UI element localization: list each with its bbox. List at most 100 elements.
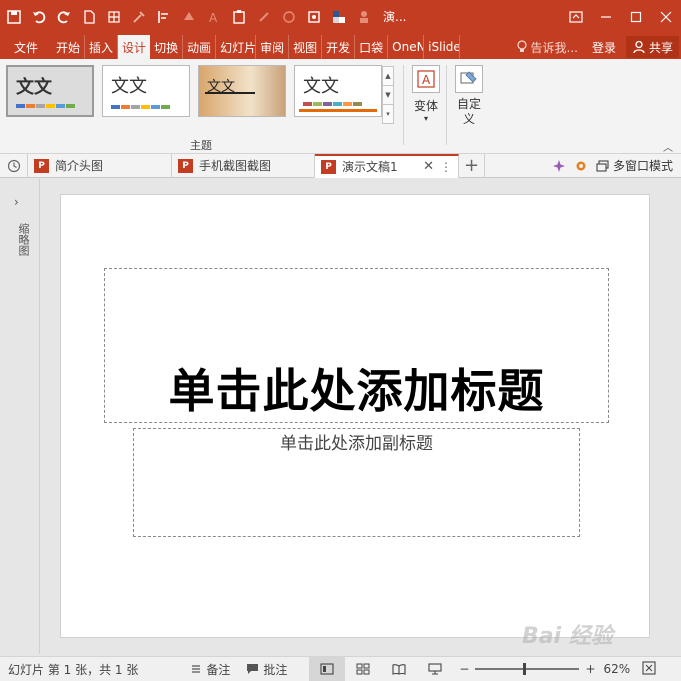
tab-home[interactable]: 开始 bbox=[52, 35, 86, 59]
recent-icon[interactable] bbox=[0, 153, 28, 178]
theme-office[interactable]: 文文 bbox=[6, 65, 94, 117]
variants-dropdown-icon: ▾ bbox=[423, 114, 428, 123]
theme-gallery: 文文 文文 文文 文文 bbox=[6, 65, 390, 117]
share-button[interactable]: 共享 bbox=[625, 36, 679, 58]
customize-label: 自定义 bbox=[456, 97, 481, 126]
themes-group-label: 主题 bbox=[190, 139, 212, 152]
variants-label: 变体 bbox=[413, 99, 438, 113]
zoom-slider[interactable] bbox=[475, 663, 580, 675]
tab-animations[interactable]: 动画 bbox=[183, 35, 217, 59]
paint-icon[interactable] bbox=[178, 6, 200, 28]
view-switcher bbox=[309, 656, 453, 681]
doc-tab-label: 手机截图截图 bbox=[199, 159, 272, 173]
save-icon[interactable] bbox=[3, 6, 25, 28]
undo-icon[interactable] bbox=[28, 6, 50, 28]
slide-canvas[interactable]: 单击此处添加标题 单击此处添加副标题 bbox=[60, 194, 650, 638]
doc-tab-2[interactable]: P 手机截图截图 bbox=[172, 153, 315, 178]
person-icon[interactable] bbox=[353, 6, 375, 28]
maximize-icon[interactable] bbox=[621, 0, 651, 33]
svg-text:A: A bbox=[209, 11, 218, 25]
comments-label: 批注 bbox=[263, 662, 288, 677]
new-doc-icon[interactable] bbox=[78, 6, 100, 28]
fill-icon[interactable] bbox=[328, 6, 350, 28]
thumbnail-pane-label[interactable]: 缩略图 bbox=[15, 223, 31, 256]
zoom-percent[interactable]: 62% bbox=[604, 662, 631, 676]
screen-icon[interactable] bbox=[303, 6, 325, 28]
tab-file[interactable]: 文件 bbox=[0, 35, 52, 59]
subtitle-placeholder-text: 单击此处添加副标题 bbox=[280, 434, 433, 454]
tab-review[interactable]: 审阅 bbox=[256, 35, 290, 59]
shape-icon[interactable] bbox=[278, 6, 300, 28]
paste-icon[interactable] bbox=[228, 6, 250, 28]
gallery-more-icon[interactable]: ▾ bbox=[383, 105, 393, 123]
notes-label: 备注 bbox=[206, 662, 231, 677]
group-separator bbox=[403, 65, 404, 145]
normal-view-icon[interactable] bbox=[309, 656, 346, 681]
zoom-in-button[interactable]: + bbox=[585, 662, 595, 676]
theme-sample-text: 文文 bbox=[303, 76, 339, 97]
comments-button[interactable]: 批注 bbox=[246, 661, 287, 678]
zoom-slider-thumb[interactable] bbox=[523, 663, 527, 675]
theme-underline bbox=[205, 92, 255, 94]
tab-view[interactable]: 视图 bbox=[289, 35, 323, 59]
theme-sample-text: 文文 bbox=[16, 77, 52, 98]
minimize-icon[interactable] bbox=[591, 0, 621, 33]
window-title: 演... bbox=[383, 10, 407, 24]
slide-sorter-icon[interactable] bbox=[345, 657, 381, 681]
tab-menu-icon[interactable]: ⋮ bbox=[440, 160, 452, 174]
ribbon-display-icon[interactable] bbox=[561, 0, 591, 33]
title-placeholder[interactable]: 单击此处添加标题 bbox=[104, 268, 609, 423]
collapse-ribbon-icon[interactable]: ︿ bbox=[663, 139, 673, 154]
theme-office-2[interactable]: 文文 bbox=[102, 65, 190, 117]
magic-icon[interactable] bbox=[548, 159, 570, 173]
new-tab-icon[interactable]: + bbox=[459, 153, 485, 178]
ppt-file-icon: P bbox=[34, 158, 49, 173]
window-icon bbox=[596, 159, 609, 172]
group-separator bbox=[446, 65, 447, 145]
grid-icon[interactable] bbox=[103, 6, 125, 28]
tab-pocket[interactable]: 口袋 bbox=[355, 35, 389, 59]
reading-view-icon[interactable] bbox=[381, 657, 417, 681]
notes-button[interactable]: 备注 bbox=[190, 661, 230, 678]
customize-button[interactable]: 自定义 bbox=[451, 65, 487, 127]
theme-wood[interactable]: 文文 bbox=[198, 65, 286, 117]
title-bar: A 演... bbox=[0, 0, 681, 33]
theme-orange[interactable]: 文文 bbox=[294, 65, 382, 117]
redo-icon[interactable] bbox=[53, 6, 75, 28]
tell-me-box[interactable]: 告诉我... bbox=[516, 39, 578, 56]
watermark: Bai 经验 bbox=[522, 624, 613, 649]
eyedropper-icon[interactable] bbox=[128, 6, 150, 28]
doc-tab-1[interactable]: P 简介头图 bbox=[28, 153, 172, 178]
login-button[interactable]: 登录 bbox=[592, 39, 616, 56]
title-placeholder-text: 单击此处添加标题 bbox=[168, 364, 545, 418]
fit-slide-icon[interactable] bbox=[642, 660, 656, 678]
gear-icon[interactable] bbox=[570, 159, 592, 173]
brush-icon[interactable] bbox=[253, 6, 275, 28]
close-icon[interactable] bbox=[651, 0, 681, 33]
slideshow-icon[interactable] bbox=[417, 657, 453, 681]
tab-developer[interactable]: 开发 bbox=[322, 35, 356, 59]
gallery-down-icon[interactable]: ▼ bbox=[383, 86, 393, 105]
variants-button[interactable]: A 变体 ▾ bbox=[408, 65, 444, 123]
align-icon[interactable] bbox=[153, 6, 175, 28]
chevron-right-icon[interactable]: › bbox=[14, 195, 19, 209]
subtitle-placeholder[interactable]: 单击此处添加副标题 bbox=[133, 428, 580, 537]
close-tab-icon[interactable]: ✕ bbox=[423, 159, 434, 174]
tab-onenote[interactable]: OneNote bbox=[388, 35, 425, 59]
font-icon[interactable]: A bbox=[203, 6, 225, 28]
gallery-scroll: ▲ ▼ ▾ bbox=[382, 66, 394, 124]
ribbon-tabs: 文件 开始 插入 设计 切换 动画 幻灯片 审阅 视图 开发 口袋 OneNot… bbox=[0, 33, 681, 59]
tab-design[interactable]: 设计 bbox=[118, 35, 151, 59]
gallery-up-icon[interactable]: ▲ bbox=[383, 67, 393, 86]
multi-window-button[interactable]: 多窗口模式 bbox=[596, 157, 673, 174]
tab-insert[interactable]: 插入 bbox=[85, 35, 119, 59]
tab-slideshow[interactable]: 幻灯片 bbox=[216, 35, 257, 59]
tell-me-label: 告诉我... bbox=[530, 40, 578, 55]
quick-access-toolbar: A bbox=[0, 0, 375, 33]
tab-islide[interactable]: iSlide bbox=[424, 35, 461, 59]
tab-transitions[interactable]: 切换 bbox=[150, 35, 184, 59]
theme-underline bbox=[299, 109, 377, 112]
zoom-out-button[interactable]: − bbox=[459, 662, 469, 676]
variants-icon: A bbox=[412, 65, 440, 93]
doc-tab-3[interactable]: P 演示文稿1 ✕ ⋮ bbox=[315, 153, 459, 178]
